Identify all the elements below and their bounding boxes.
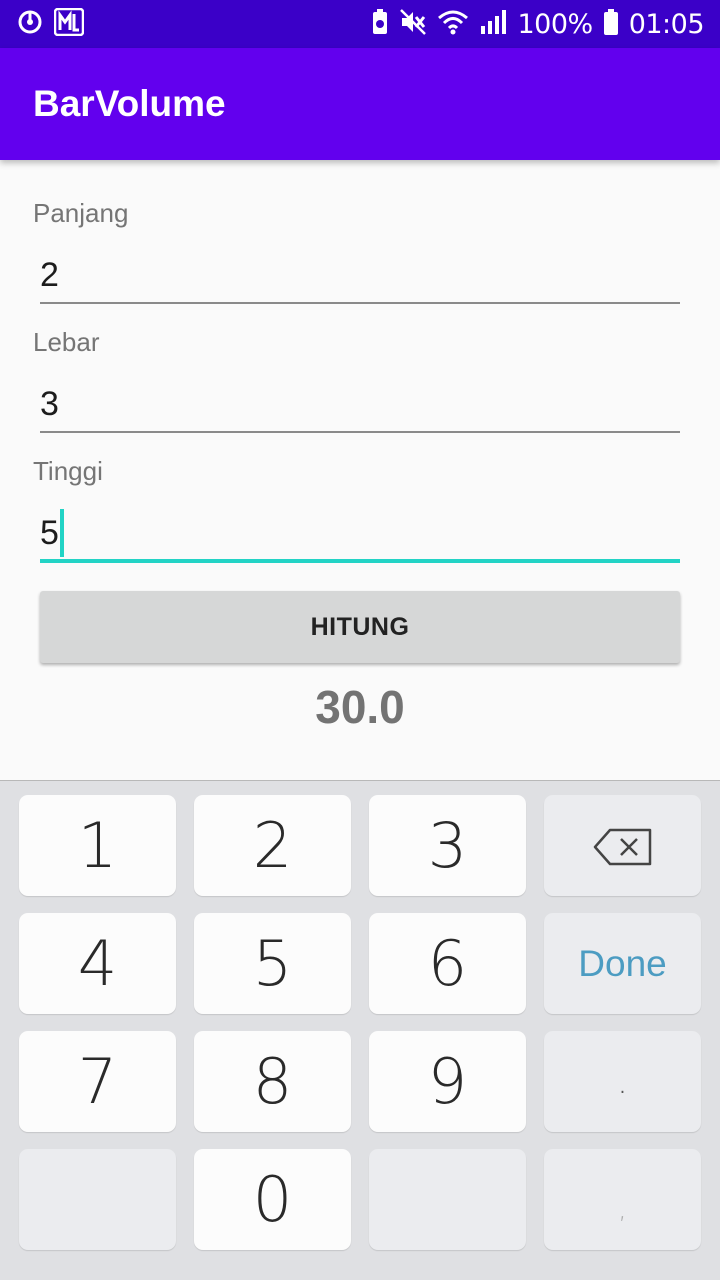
app-title: BarVolume	[33, 83, 226, 124]
wifi-icon	[437, 8, 469, 41]
status-bar: 100% 01:05	[0, 0, 720, 48]
tinggi-input[interactable]: 5	[40, 507, 680, 563]
clock: 01:05	[628, 8, 705, 40]
panjang-label: Panjang	[33, 198, 129, 228]
panjang-value: 2	[40, 255, 59, 294]
panjang-input[interactable]: 2	[40, 248, 680, 304]
text-cursor	[59, 509, 64, 557]
key-0[interactable]: 0	[194, 1149, 351, 1250]
numeric-keyboard: 1 2 3 4 5 6 Done 7 8 9 . 0 ,	[0, 780, 720, 1280]
empty-key-right	[369, 1149, 526, 1250]
status-left-icons	[16, 7, 85, 41]
comma-key[interactable]: ,	[544, 1149, 701, 1250]
signal-icon	[479, 8, 507, 41]
key-6[interactable]: 6	[369, 913, 526, 1014]
result-value: 30.0	[315, 681, 405, 733]
empty-key-left	[19, 1149, 176, 1250]
tinggi-value: 5	[40, 513, 59, 552]
lebar-input[interactable]: 3	[40, 377, 680, 433]
key-5[interactable]: 5	[194, 913, 351, 1014]
lebar-value: 3	[40, 384, 59, 423]
tinggi-label: Tinggi	[33, 456, 103, 486]
battery-saver-icon	[371, 8, 389, 41]
backspace-icon	[592, 809, 654, 882]
key-7[interactable]: 7	[19, 1031, 176, 1132]
battery-icon	[603, 8, 619, 41]
backspace-key[interactable]	[544, 795, 701, 896]
dot-key[interactable]: .	[544, 1031, 701, 1132]
key-1[interactable]: 1	[19, 795, 176, 896]
key-4[interactable]: 4	[19, 913, 176, 1014]
key-2[interactable]: 2	[194, 795, 351, 896]
key-9[interactable]: 9	[369, 1031, 526, 1132]
main-content: Panjang 2 Lebar 3 Tinggi 5 HITUNG 30.0	[0, 160, 720, 780]
mute-icon	[399, 8, 427, 41]
key-3[interactable]: 3	[369, 795, 526, 896]
lebar-label: Lebar	[33, 327, 100, 357]
battery-percentage: 100%	[517, 8, 593, 40]
key-8[interactable]: 8	[194, 1031, 351, 1132]
hitung-button[interactable]: HITUNG	[40, 591, 680, 663]
app-bar: BarVolume	[0, 48, 720, 160]
ml-app-icon	[53, 7, 85, 41]
data-saver-icon	[16, 8, 44, 41]
done-key[interactable]: Done	[544, 913, 701, 1014]
status-right-icons: 100% 01:05	[371, 8, 705, 41]
